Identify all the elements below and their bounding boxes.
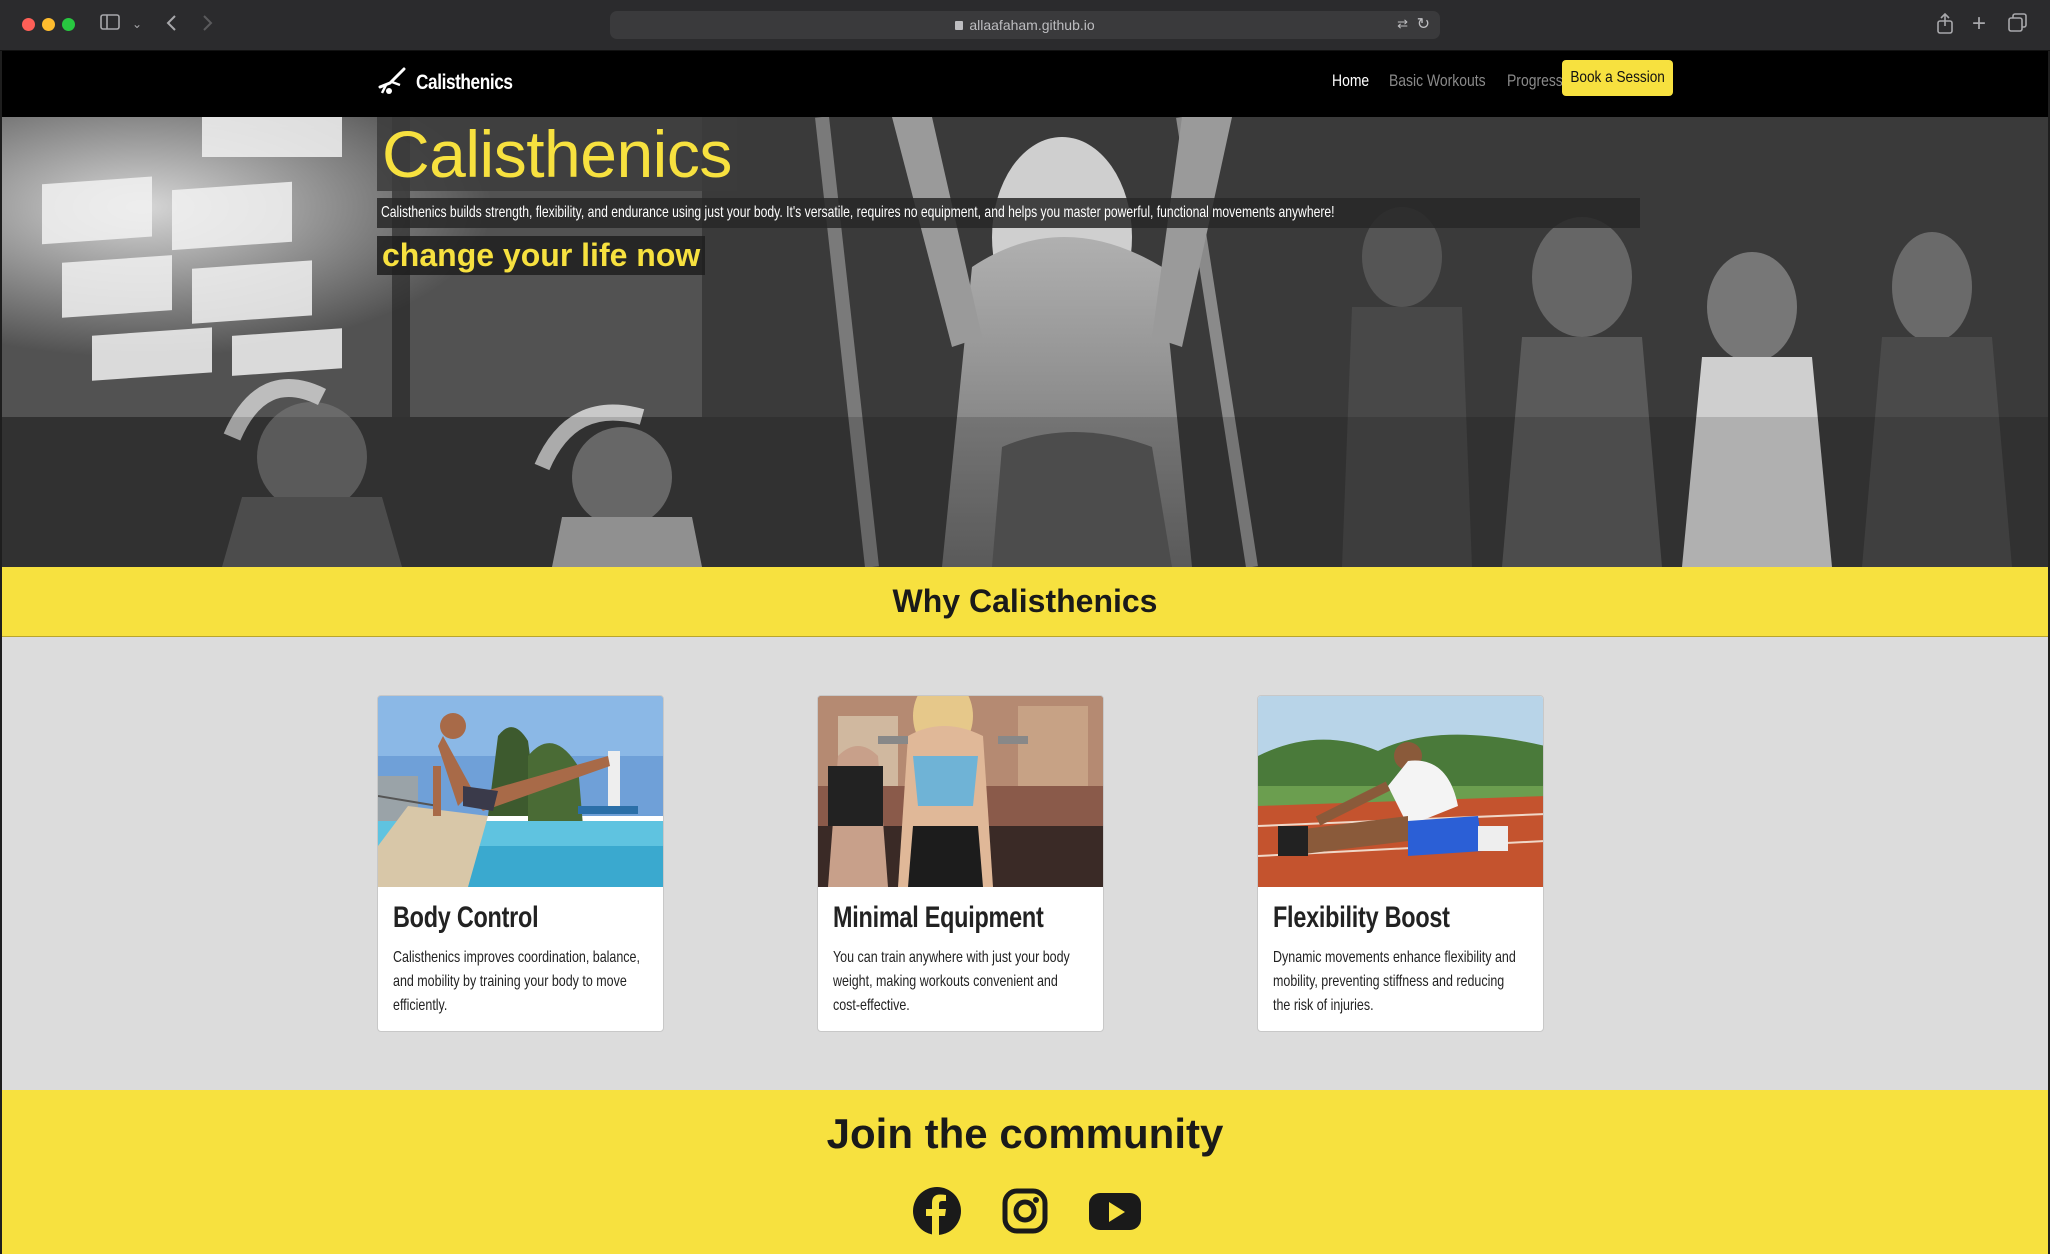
tab-overview-icon[interactable]	[2008, 13, 2028, 35]
hero-tagline: change your life now	[377, 236, 706, 275]
calisthenics-logo-icon	[376, 65, 408, 102]
zoom-window-button[interactable]	[62, 18, 75, 31]
hero-description: Calisthenics builds strength, flexibilit…	[377, 198, 1640, 228]
community-heading: Join the community	[826, 1110, 1224, 1157]
why-heading: Why Calisthenics	[892, 583, 1158, 619]
card-title: Flexibility Boost	[1273, 901, 1450, 934]
youtube-icon[interactable]	[1088, 1186, 1141, 1236]
nav-link-progress[interactable]: Progress	[1507, 71, 1563, 91]
sidebar-toggle-icon[interactable]	[100, 13, 120, 35]
why-calisthenics-banner: Why Calisthenics	[2, 567, 2048, 637]
community-section: Join the community	[2, 1090, 2048, 1254]
flexibility-boost-image	[1258, 696, 1543, 887]
hero-section: Calisthenics Calisthenics builds strengt…	[2, 117, 2048, 567]
close-window-button[interactable]	[22, 18, 35, 31]
translate-icon[interactable]: ⇄	[1397, 16, 1408, 32]
forward-arrow-icon[interactable]	[200, 13, 214, 35]
card-flexibility-boost: Flexibility Boost Dynamic movements enha…	[1257, 695, 1544, 1032]
body-control-image	[378, 696, 663, 887]
minimal-equipment-image	[818, 696, 1103, 887]
share-icon[interactable]	[1936, 12, 1954, 35]
card-body-control: Body Control Calisthenics improves coord…	[377, 695, 664, 1032]
book-session-button[interactable]: Book a Session	[1562, 60, 1673, 96]
web-page: Calisthenics Home Basic Workouts Progres…	[2, 51, 2048, 1254]
top-navbar: Calisthenics Home Basic Workouts Progres…	[2, 51, 2048, 117]
reload-icon[interactable]: ↻	[1417, 14, 1430, 34]
nav-link-home[interactable]: Home	[1332, 71, 1369, 91]
card-text: You can train anywhere with just your bo…	[833, 949, 1070, 1014]
card-text: Dynamic movements enhance flexibility an…	[1273, 949, 1516, 1014]
facebook-icon[interactable]	[912, 1186, 962, 1236]
browser-toolbar: ⌄ allaafaham.github.io ⇄ ↻ +	[0, 0, 2050, 51]
chevron-down-icon[interactable]: ⌄	[132, 13, 142, 35]
brand-name: Calisthenics	[416, 71, 513, 94]
lock-icon	[955, 21, 964, 30]
card-title: Body Control	[393, 901, 539, 934]
url-text: allaafaham.github.io	[969, 17, 1095, 33]
minimize-window-button[interactable]	[42, 18, 55, 31]
address-bar[interactable]: allaafaham.github.io ⇄ ↻	[610, 11, 1440, 39]
instagram-icon[interactable]	[1000, 1186, 1050, 1236]
card-minimal-equipment: Minimal Equipment You can train anywhere…	[817, 695, 1104, 1032]
card-title: Minimal Equipment	[833, 901, 1044, 934]
nav-link-basic-workouts[interactable]: Basic Workouts	[1389, 71, 1486, 91]
hero-title: Calisthenics	[377, 117, 737, 191]
back-arrow-icon[interactable]	[165, 13, 179, 35]
new-tab-icon[interactable]: +	[1972, 12, 1986, 36]
hero-background-image	[2, 117, 2048, 567]
brand-link[interactable]: Calisthenics	[376, 65, 534, 101]
card-text: Calisthenics improves coordination, bala…	[393, 949, 640, 1014]
